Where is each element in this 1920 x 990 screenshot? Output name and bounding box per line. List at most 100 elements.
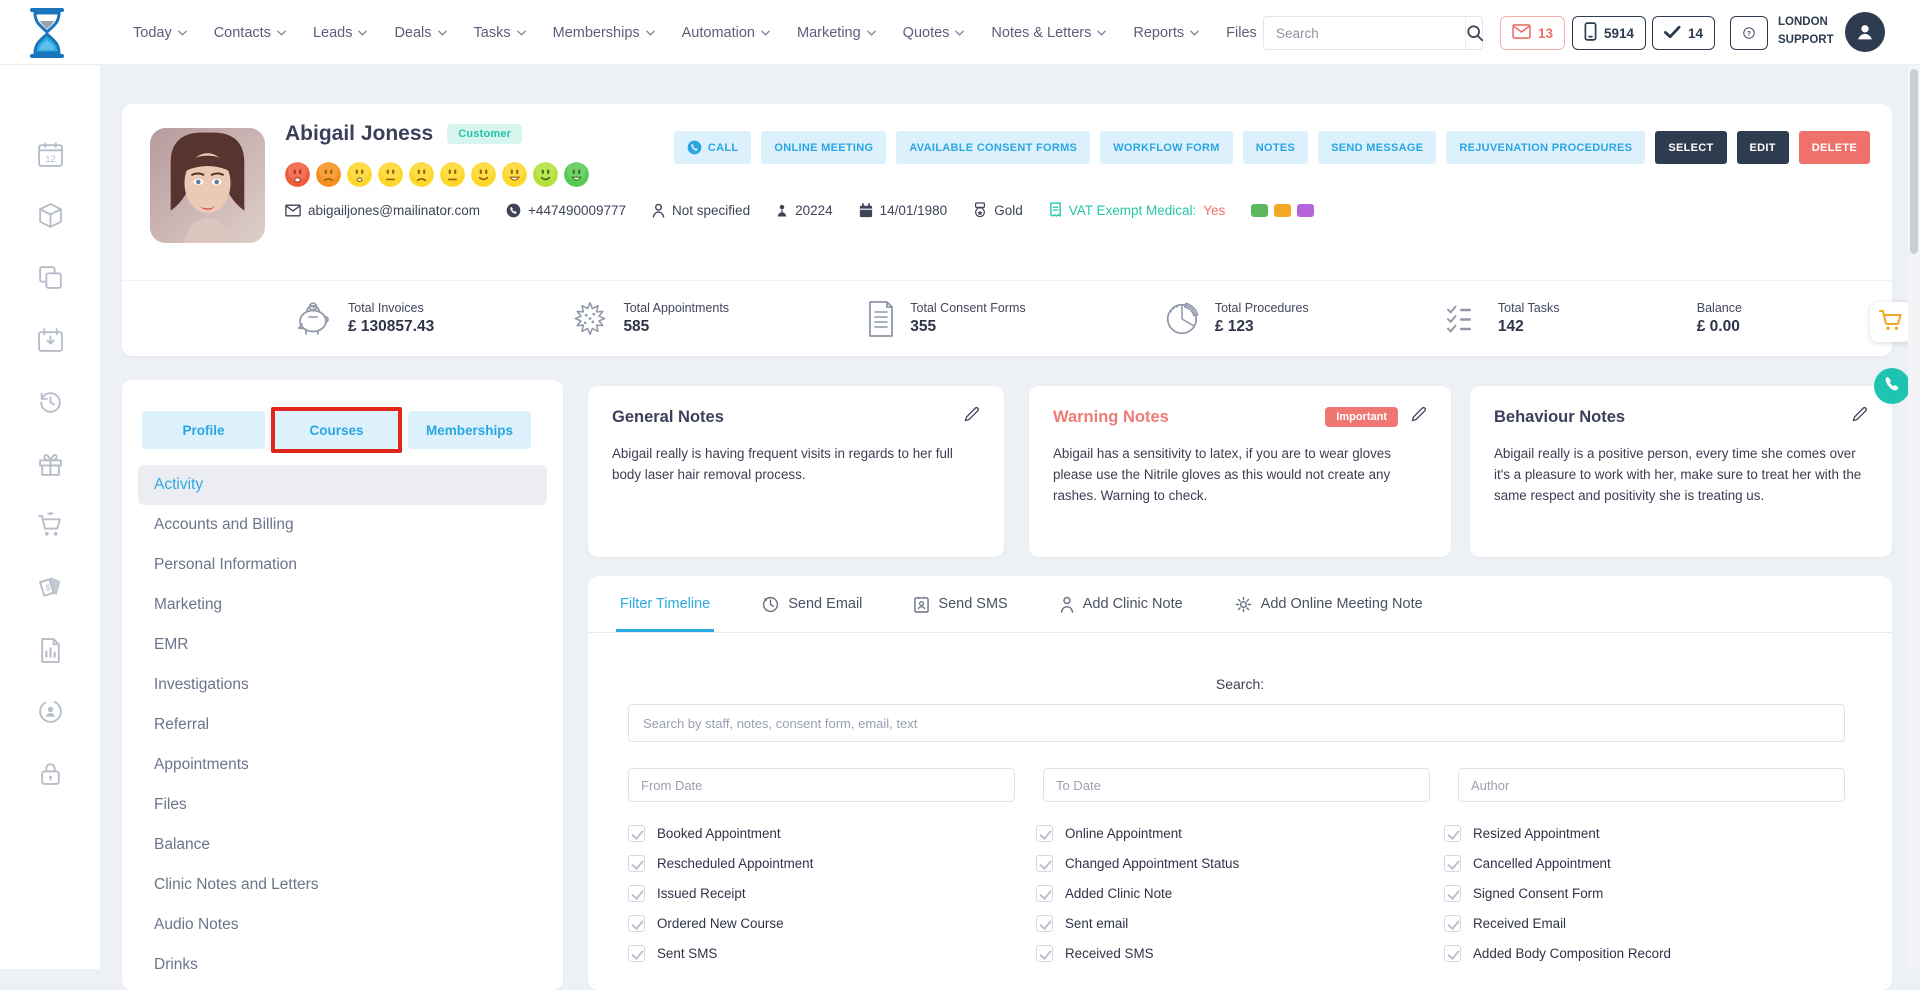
nav-item-memberships[interactable]: Memberships	[553, 25, 655, 41]
checkbox-cancelled-appointment[interactable]	[1444, 855, 1461, 872]
nav-item-automation[interactable]: Automation	[682, 25, 770, 41]
tags-icon[interactable]: $	[37, 574, 64, 601]
envelope-icon	[285, 204, 301, 217]
checkbox-added-clinic-note[interactable]	[1036, 885, 1053, 902]
global-search-input[interactable]	[1264, 26, 1465, 41]
package-icon[interactable]	[37, 202, 64, 229]
checkbox-ordered-new-course[interactable]	[628, 915, 645, 932]
timeline-tab-filter-timeline[interactable]: Filter Timeline	[620, 576, 710, 632]
sidebar-item-emr[interactable]: EMR	[138, 625, 547, 665]
help-button[interactable]: ?	[1730, 16, 1768, 50]
satisfaction-emoji-3[interactable]	[346, 161, 373, 188]
author-input[interactable]	[1458, 768, 1845, 802]
nav-item-today[interactable]: Today	[133, 25, 187, 41]
tasks-badge[interactable]: 14	[1652, 16, 1715, 50]
satisfaction-emoji-7[interactable]	[470, 161, 497, 188]
checkbox-resized-appointment[interactable]	[1444, 825, 1461, 842]
to-date-input[interactable]	[1043, 768, 1430, 802]
checkbox-sent-sms[interactable]	[628, 945, 645, 962]
sidebar-item-drinks[interactable]: Drinks	[138, 945, 547, 985]
satisfaction-emoji-6[interactable]	[439, 161, 466, 188]
satisfaction-emoji-9[interactable]	[532, 161, 559, 188]
copy-icon[interactable]	[37, 264, 64, 291]
send-message-button[interactable]: SEND MESSAGE	[1318, 131, 1436, 164]
checkbox-booked-appointment[interactable]	[628, 825, 645, 842]
search-icon[interactable]	[1465, 17, 1484, 49]
tab-memberships[interactable]: Memberships	[408, 411, 531, 449]
rejuvenation-procedures-button[interactable]: REJUVENATION PROCEDURES	[1446, 131, 1645, 164]
sidebar-item-referral[interactable]: Referral	[138, 705, 547, 745]
calendar12-icon[interactable]: 12	[37, 141, 64, 168]
edit-button[interactable]: EDIT	[1737, 131, 1789, 164]
online-meeting-button[interactable]: ONLINE MEETING	[761, 131, 886, 164]
sidebar-item-appointments[interactable]: Appointments	[138, 745, 547, 785]
sidebar-item-marketing[interactable]: Marketing	[138, 585, 547, 625]
sidebar-item-activity[interactable]: Activity	[138, 465, 547, 505]
nav-item-marketing[interactable]: Marketing	[797, 25, 876, 41]
customer-photo[interactable]	[150, 128, 265, 243]
lock-icon[interactable]	[37, 760, 64, 787]
checkbox-received-email[interactable]	[1444, 915, 1461, 932]
checkbox-received-sms[interactable]	[1036, 945, 1053, 962]
sidebar-item-personal-information[interactable]: Personal Information	[138, 545, 547, 585]
mail-badge[interactable]: 13	[1500, 16, 1565, 50]
edit-general-notes-pencil-icon[interactable]	[963, 406, 980, 428]
history-icon[interactable]	[37, 389, 64, 416]
timeline-tab-send-sms[interactable]: Send SMS	[914, 576, 1007, 632]
checkbox-sent-email[interactable]	[1036, 915, 1053, 932]
nav-item-files[interactable]: Files	[1226, 25, 1257, 41]
nav-item-quotes[interactable]: Quotes	[903, 25, 965, 41]
stat-text: Total Procedures£ 123	[1215, 301, 1309, 336]
select-button[interactable]: SELECT	[1655, 131, 1726, 164]
satisfaction-emoji-1[interactable]	[284, 161, 311, 188]
timeline-search-input[interactable]	[628, 704, 1845, 742]
available-consent-forms-button[interactable]: AVAILABLE CONSENT FORMS	[896, 131, 1090, 164]
satisfaction-emoji-5[interactable]	[408, 161, 435, 188]
notes-button[interactable]: NOTES	[1243, 131, 1308, 164]
gift-icon[interactable]	[37, 451, 64, 478]
tab-profile[interactable]: Profile	[142, 411, 265, 449]
satisfaction-emoji-8[interactable]	[501, 161, 528, 188]
scrollbar-thumb[interactable]	[1910, 69, 1918, 254]
floating-call-button[interactable]	[1874, 368, 1910, 404]
checkbox-online-appointment[interactable]	[1036, 825, 1053, 842]
from-date-input[interactable]	[628, 768, 1015, 802]
nav-item-deals[interactable]: Deals	[394, 25, 446, 41]
user-sync-icon[interactable]	[37, 698, 64, 725]
workflow-form-button[interactable]: WORKFLOW FORM	[1100, 131, 1233, 164]
user-avatar[interactable]	[1845, 12, 1885, 52]
sidebar-item-audio-notes[interactable]: Audio Notes	[138, 905, 547, 945]
timeline-tab-add-clinic-note[interactable]: Add Clinic Note	[1060, 576, 1183, 632]
report-icon[interactable]	[37, 637, 64, 664]
tab-courses[interactable]: Courses	[275, 411, 398, 449]
edit-warning-notes-pencil-icon[interactable]	[1410, 406, 1427, 428]
checkbox-rescheduled-appointment[interactable]	[628, 855, 645, 872]
sidebar-item-clinic-notes-and-letters[interactable]: Clinic Notes and Letters	[138, 865, 547, 905]
satisfaction-emoji-4[interactable]	[377, 161, 404, 188]
nav-item-leads[interactable]: Leads	[313, 25, 368, 41]
nav-item-notes-letters[interactable]: Notes & Letters	[991, 25, 1106, 41]
sidebar-item-accounts-and-billing[interactable]: Accounts and Billing	[138, 505, 547, 545]
satisfaction-emoji-2[interactable]	[315, 161, 342, 188]
sms-badge[interactable]: 5914	[1572, 16, 1646, 50]
checkbox-signed-consent-form[interactable]	[1444, 885, 1461, 902]
timeline-tab-add-online-meeting-note[interactable]: Add Online Meeting Note	[1235, 576, 1423, 632]
sidebar-item-investigations[interactable]: Investigations	[138, 665, 547, 705]
satisfaction-emoji-10[interactable]	[563, 161, 590, 188]
checkbox-added-body-composition-record[interactable]	[1444, 945, 1461, 962]
cart-icon[interactable]	[37, 512, 64, 539]
checkbox-issued-receipt[interactable]	[628, 885, 645, 902]
sidebar-item-files[interactable]: Files	[138, 785, 547, 825]
edit-behaviour-notes-pencil-icon[interactable]	[1851, 406, 1868, 428]
checkbox-changed-appointment-status[interactable]	[1036, 855, 1053, 872]
app-logo-hourglass-icon[interactable]	[26, 7, 68, 59]
calendar-book-icon[interactable]	[37, 327, 64, 354]
floating-cart-button[interactable]	[1870, 302, 1912, 342]
call-button[interactable]: CALL	[674, 131, 752, 164]
nav-item-reports[interactable]: Reports	[1133, 25, 1199, 41]
timeline-tab-send-email[interactable]: Send Email	[762, 576, 862, 632]
sidebar-item-balance[interactable]: Balance	[138, 825, 547, 865]
nav-item-tasks[interactable]: Tasks	[474, 25, 526, 41]
nav-item-contacts[interactable]: Contacts	[214, 25, 286, 41]
delete-button[interactable]: DELETE	[1799, 131, 1870, 164]
